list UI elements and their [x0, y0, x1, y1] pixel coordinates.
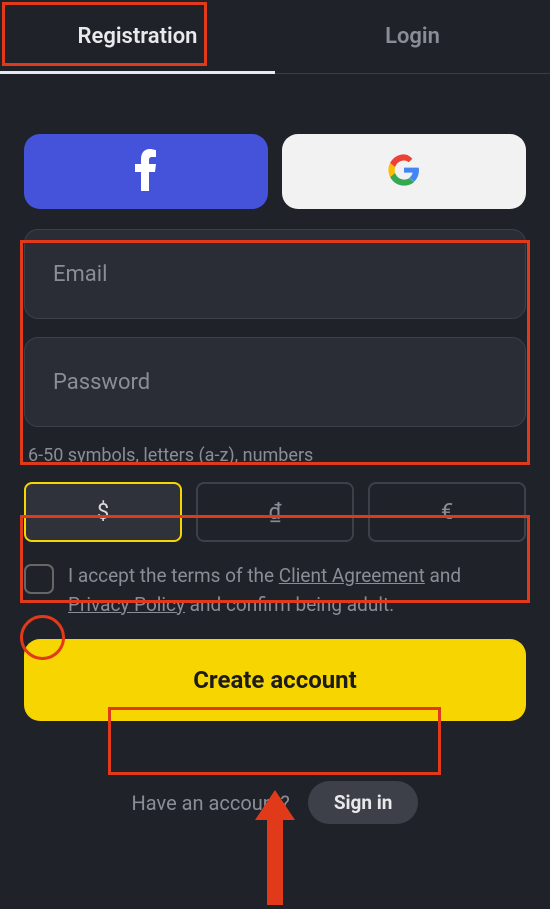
currency-selector: $ ₫ €	[24, 482, 526, 542]
google-button[interactable]	[282, 134, 526, 209]
currency-eur[interactable]: €	[368, 482, 526, 542]
terms-checkbox[interactable]	[24, 564, 54, 594]
google-icon	[387, 153, 421, 191]
sign-in-button[interactable]: Sign in	[308, 781, 419, 824]
currency-vnd[interactable]: ₫	[196, 482, 354, 542]
facebook-button[interactable]	[24, 134, 268, 209]
currency-usd[interactable]: $	[24, 482, 182, 542]
facebook-icon	[135, 149, 157, 195]
privacy-policy-link[interactable]: Privacy Policy	[68, 593, 185, 616]
have-account-text: Have an account?	[132, 791, 290, 815]
password-hint: 6-50 symbols, letters (a-z), numbers	[28, 445, 526, 466]
tabs: Registration Login	[0, 0, 550, 74]
terms-text: I accept the terms of the Client Agreeme…	[68, 562, 526, 619]
tab-login[interactable]: Login	[275, 0, 550, 73]
create-account-button[interactable]: Create account	[24, 639, 526, 721]
client-agreement-link[interactable]: Client Agreement	[279, 564, 425, 587]
password-input[interactable]	[24, 337, 526, 427]
email-input[interactable]	[24, 229, 526, 319]
tab-registration[interactable]: Registration	[0, 0, 275, 73]
